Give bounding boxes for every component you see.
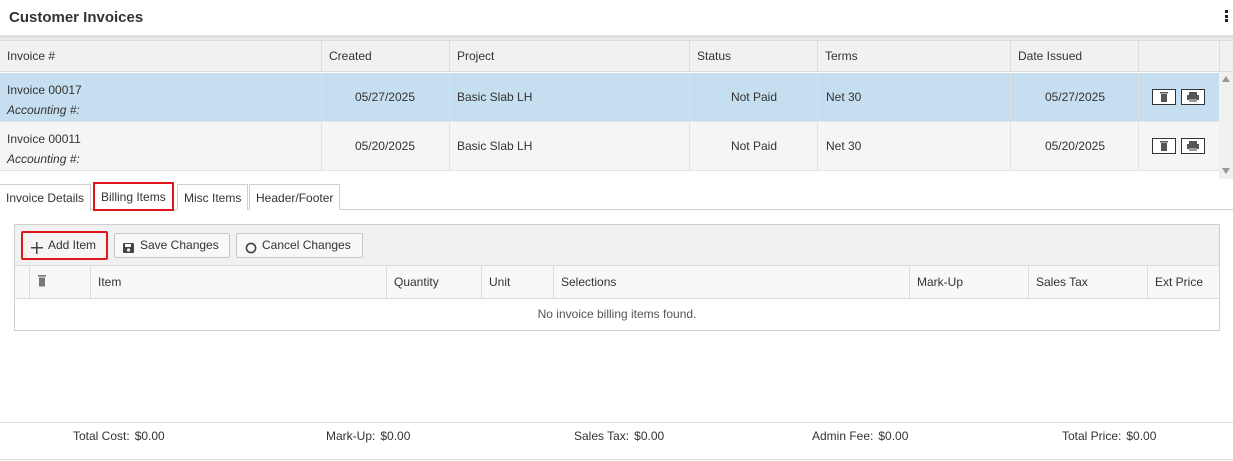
col-terms[interactable]: Terms bbox=[818, 41, 1011, 72]
tab-misc-items[interactable]: Misc Items bbox=[177, 184, 249, 210]
trash-icon bbox=[38, 275, 46, 287]
col-selections[interactable]: Selections bbox=[553, 266, 909, 298]
col-date-issued[interactable]: Date Issued bbox=[1011, 41, 1139, 72]
invoice-scrollbar[interactable] bbox=[1219, 72, 1233, 179]
delete-invoice-button[interactable] bbox=[1152, 89, 1176, 105]
trash-icon bbox=[1160, 92, 1168, 102]
col-mark-up[interactable]: Mark-Up bbox=[909, 266, 1028, 298]
invoice-number: Invoice 00017 bbox=[7, 83, 82, 97]
trash-icon bbox=[1160, 141, 1168, 151]
tab-invoice-details[interactable]: Invoice Details bbox=[0, 184, 92, 210]
col-status[interactable]: Status bbox=[690, 41, 818, 72]
project-name: Basic Slab LH bbox=[457, 90, 533, 104]
save-changes-label: Save Changes bbox=[140, 238, 219, 252]
accounting-number-label: Accounting #: bbox=[7, 152, 80, 166]
scroll-up-icon[interactable] bbox=[1222, 76, 1230, 82]
col-project[interactable]: Project bbox=[450, 41, 690, 72]
status: Not Paid bbox=[730, 139, 777, 153]
total-price: Total Price: $0.00 bbox=[1062, 429, 1156, 443]
admin-fee-value: $0.00 bbox=[878, 429, 909, 443]
admin-fee-label: Admin Fee: bbox=[812, 429, 874, 443]
tab-billing-items[interactable]: Billing Items bbox=[93, 182, 174, 211]
delete-invoice-button[interactable] bbox=[1152, 138, 1176, 154]
plus-icon bbox=[31, 238, 43, 263]
sales-tax-value: $0.00 bbox=[634, 429, 665, 443]
print-invoice-button[interactable] bbox=[1181, 138, 1205, 154]
date-issued: 05/27/2025 bbox=[1044, 90, 1105, 104]
totals-bar: Total Cost: $0.00 Mark-Up: $0.00 Sales Tax… bbox=[0, 422, 1233, 460]
tab-header-footer[interactable]: Header/Footer bbox=[249, 184, 341, 210]
billing-items-panel: Add Item Save Changes Cancel Changes Ite… bbox=[14, 224, 1220, 331]
total-cost-label: Total Cost: bbox=[73, 429, 130, 443]
kebab-icon[interactable] bbox=[1223, 10, 1229, 24]
col-item[interactable]: Item bbox=[90, 266, 386, 298]
printer-icon bbox=[1187, 92, 1199, 102]
col-delete[interactable] bbox=[29, 266, 90, 298]
cancel-changes-label: Cancel Changes bbox=[262, 238, 351, 252]
empty-message: No invoice billing items found. bbox=[537, 307, 697, 321]
save-icon bbox=[123, 239, 134, 262]
created-date: 05/27/2025 bbox=[354, 90, 415, 104]
mark-up-value: $0.00 bbox=[380, 429, 411, 443]
print-invoice-button[interactable] bbox=[1181, 89, 1205, 105]
mark-up-label: Mark-Up: bbox=[326, 429, 376, 443]
project-name: Basic Slab LH bbox=[457, 139, 533, 153]
col-unit[interactable]: Unit bbox=[481, 266, 553, 298]
save-changes-button[interactable]: Save Changes bbox=[114, 233, 230, 258]
col-quantity[interactable]: Quantity bbox=[386, 266, 481, 298]
terms: Net 30 bbox=[826, 90, 862, 104]
total-price-label: Total Price: bbox=[1062, 429, 1122, 443]
add-item-button[interactable]: Add Item bbox=[21, 231, 108, 260]
invoice-row[interactable]: Invoice 00011 Accounting #: 05/20/2025 B… bbox=[0, 122, 1219, 171]
cancel-changes-button[interactable]: Cancel Changes bbox=[236, 233, 363, 258]
page-header: Customer Invoices bbox=[0, 0, 1233, 36]
total-cost-value: $0.00 bbox=[134, 429, 165, 443]
sales-tax-total: Sales Tax: $0.00 bbox=[574, 429, 664, 443]
printer-icon bbox=[1187, 141, 1199, 151]
detail-tabs: Invoice Details Billing Items Misc Items… bbox=[0, 182, 1233, 211]
invoice-number: Invoice 00011 bbox=[7, 132, 81, 146]
col-created[interactable]: Created bbox=[322, 41, 450, 72]
terms: Net 30 bbox=[826, 139, 862, 153]
billing-items-header: Item Quantity Unit Selections Mark-Up Sa… bbox=[15, 266, 1219, 299]
add-item-label: Add Item bbox=[48, 238, 97, 252]
scroll-down-icon[interactable] bbox=[1222, 168, 1230, 174]
billing-toolbar: Add Item Save Changes Cancel Changes bbox=[15, 225, 1219, 266]
accounting-number-label: Accounting #: bbox=[7, 103, 80, 117]
mark-up-total: Mark-Up: $0.00 bbox=[326, 429, 410, 443]
page-title: Customer Invoices bbox=[9, 9, 144, 26]
total-price-value: $0.00 bbox=[1126, 429, 1157, 443]
total-cost: Total Cost: $0.00 bbox=[73, 429, 165, 443]
col-ext-price[interactable]: Ext Price bbox=[1147, 266, 1219, 298]
sales-tax-label: Sales Tax: bbox=[574, 429, 630, 443]
invoice-table-header: Invoice # Created Project Status Terms D… bbox=[0, 40, 1233, 72]
cancel-circle-icon bbox=[245, 239, 257, 262]
col-sales-tax[interactable]: Sales Tax bbox=[1028, 266, 1147, 298]
col-actions bbox=[1139, 41, 1220, 72]
created-date: 05/20/2025 bbox=[354, 139, 415, 153]
date-issued: 05/20/2025 bbox=[1044, 139, 1105, 153]
col-invoice-number[interactable]: Invoice # bbox=[0, 41, 322, 72]
admin-fee-total: Admin Fee: $0.00 bbox=[812, 429, 908, 443]
invoice-row[interactable]: Invoice 00017 Accounting #: 05/27/2025 B… bbox=[0, 73, 1219, 122]
status: Not Paid bbox=[730, 90, 777, 104]
